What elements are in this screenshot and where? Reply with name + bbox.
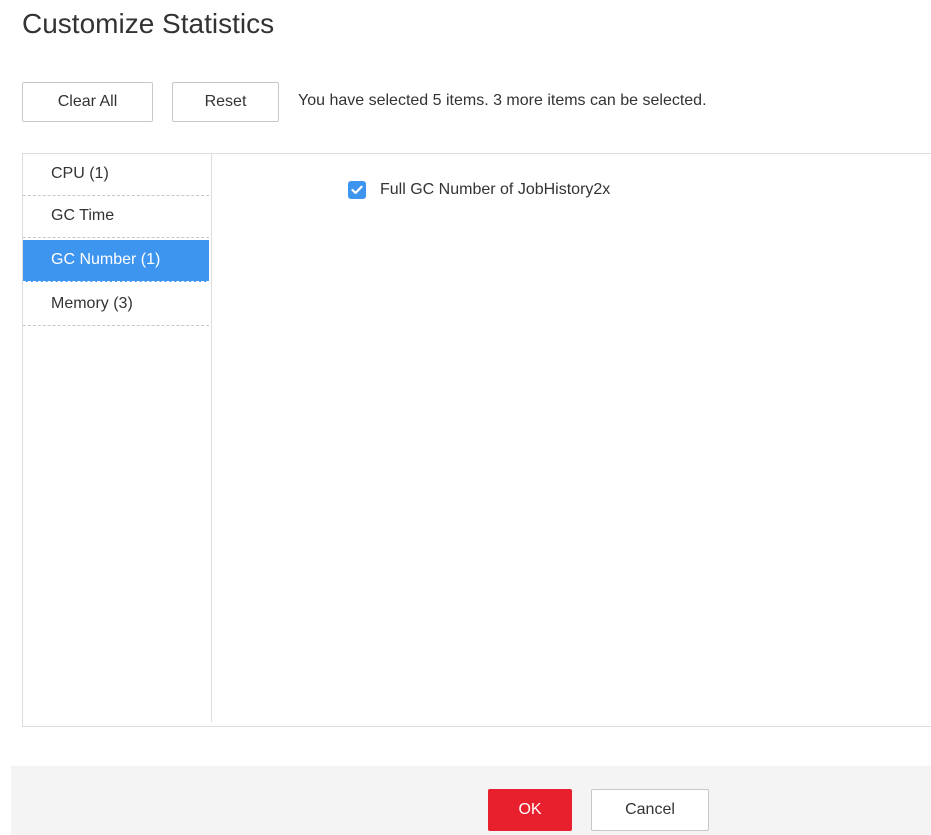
- ok-button[interactable]: OK: [488, 789, 572, 831]
- checkbox[interactable]: [348, 181, 366, 199]
- selection-info-text: You have selected 5 items. 3 more items …: [298, 92, 707, 109]
- sidebar-item-gc-number[interactable]: GC Number (1): [23, 240, 209, 282]
- toolbar: Clear All Reset You have selected 5 item…: [22, 82, 922, 126]
- reset-button[interactable]: Reset: [172, 82, 279, 122]
- item-list: Full GC Number of JobHistory2x: [212, 154, 931, 726]
- item-label: Full GC Number of JobHistory2x: [380, 181, 611, 198]
- sidebar-item-gc-time[interactable]: GC Time: [23, 196, 209, 238]
- clear-all-button[interactable]: Clear All: [22, 82, 153, 122]
- check-icon: [351, 185, 363, 195]
- sidebar-item-cpu[interactable]: CPU (1): [23, 154, 209, 196]
- statistics-panel: CPU (1) GC Time GC Number (1) Memory (3)…: [22, 153, 931, 727]
- dialog-title: Customize Statistics: [22, 8, 275, 39]
- dialog-footer: OK Cancel: [11, 766, 931, 835]
- list-item[interactable]: Full GC Number of JobHistory2x: [348, 181, 610, 199]
- cancel-button[interactable]: Cancel: [591, 789, 709, 831]
- category-sidebar: CPU (1) GC Time GC Number (1) Memory (3): [23, 154, 212, 722]
- sidebar-item-memory[interactable]: Memory (3): [23, 284, 209, 326]
